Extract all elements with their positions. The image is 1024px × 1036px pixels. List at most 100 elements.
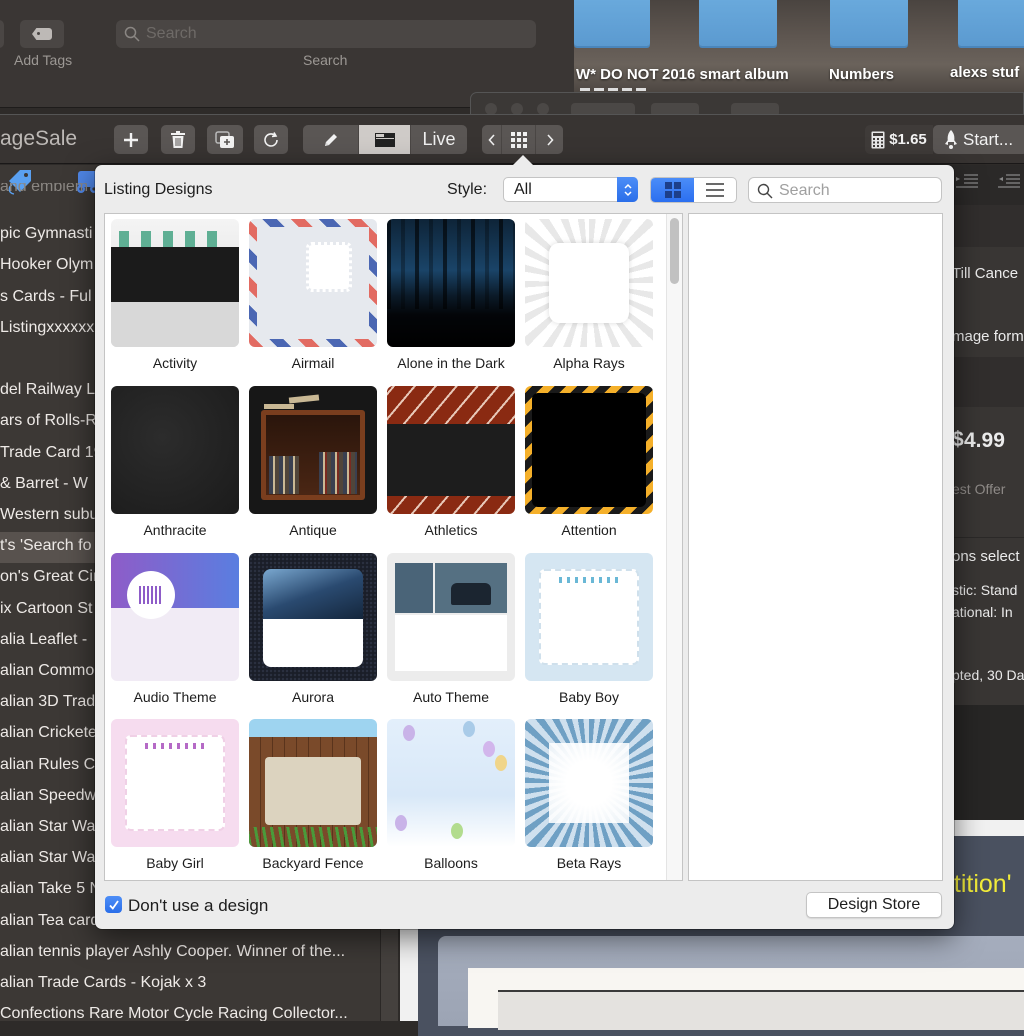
indent-icon[interactable] (956, 174, 978, 188)
refresh-button[interactable] (254, 125, 288, 154)
start-button[interactable]: Start... (933, 125, 1024, 154)
style-select[interactable]: All (503, 177, 638, 202)
listing-cost-button[interactable]: $1.65 (865, 125, 933, 154)
design-tile[interactable]: Antique (248, 381, 378, 545)
design-tile[interactable]: Attention (524, 381, 654, 545)
album-label[interactable]: alexs stuf (950, 64, 1019, 81)
design-tile[interactable]: Activity (110, 214, 240, 378)
album-thumbnail[interactable] (574, 0, 650, 46)
finder-search-label: Search (303, 52, 348, 68)
design-thumbnail[interactable] (249, 719, 377, 847)
dont-use-design-label[interactable]: Don't use a design (128, 896, 268, 916)
refresh-icon (264, 131, 278, 147)
gallery-scrollbar[interactable] (666, 214, 682, 880)
design-name: Audio Theme (133, 689, 217, 705)
design-thumbnail[interactable] (387, 386, 515, 514)
album-label[interactable]: 2016 smart album (662, 66, 789, 83)
design-name: Baby Boy (559, 689, 619, 705)
design-tile[interactable]: Audio Theme (110, 548, 240, 712)
design-thumbnail[interactable] (387, 219, 515, 347)
design-navigator (482, 125, 563, 154)
design-tile[interactable]: Baby Girl (110, 714, 240, 878)
layout-mode-button[interactable] (359, 125, 411, 154)
design-name: Athletics (424, 522, 478, 538)
design-thumbnail[interactable] (249, 386, 377, 514)
design-tile[interactable]: Anthracite (110, 381, 240, 545)
design-thumbnail[interactable] (249, 553, 377, 681)
pencil-icon (324, 133, 337, 146)
design-thumbnail[interactable] (525, 219, 653, 347)
add-tags-button[interactable] (20, 20, 64, 48)
listing-row[interactable]: alian Trade Cards - Kojak x 3 (0, 969, 397, 1000)
photos-albums-strip: W* DO NOT 2016 smart album Numbers alexs… (574, 0, 1024, 92)
best-offer-label: est Offer (952, 481, 1006, 497)
list-view-button[interactable] (694, 178, 736, 202)
listing-designs-popover: Listing Designs Style: All Search Activi… (95, 155, 954, 929)
design-tile[interactable]: Beta Rays (524, 714, 654, 878)
design-tile[interactable]: Alone in the Dark (386, 214, 516, 378)
chevron-right-icon (546, 133, 554, 146)
previous-design-button[interactable] (482, 125, 502, 154)
design-tile[interactable]: Auto Theme (386, 548, 516, 712)
design-picker-button[interactable] (502, 125, 536, 154)
design-tile[interactable]: Athletics (386, 381, 516, 545)
design-thumbnail[interactable] (249, 219, 377, 347)
design-thumbnail[interactable] (525, 719, 653, 847)
start-label: Start... (963, 129, 1014, 149)
design-thumbnail[interactable] (111, 219, 239, 347)
design-search-input[interactable]: Search (748, 177, 942, 203)
design-name: Activity (152, 355, 198, 371)
finder-prev-button[interactable] (0, 20, 4, 48)
design-name: Backyard Fence (262, 855, 364, 871)
design-tile[interactable]: Baby Boy (524, 548, 654, 712)
finder-search-placeholder: Search (146, 25, 197, 42)
album-label[interactable]: Numbers (829, 66, 894, 83)
design-tile[interactable]: Airmail (248, 214, 378, 378)
edit-mode-button[interactable] (303, 125, 359, 154)
design-tile[interactable]: Backyard Fence (248, 714, 378, 878)
finder-search-input[interactable]: Search (116, 20, 536, 48)
delete-button[interactable] (161, 125, 195, 154)
design-thumbnail[interactable] (111, 719, 239, 847)
designs-gallery: Activity Airmail Alone in the Dark Alpha Ra… (104, 213, 683, 881)
album-label[interactable]: W* DO NOT (576, 66, 659, 83)
listing-row[interactable]: Confections Rare Motor Cycle Racing Coll… (0, 1000, 397, 1021)
next-design-button[interactable] (536, 125, 563, 154)
design-tile[interactable]: Aurora (248, 548, 378, 712)
app-title: ageSale (0, 127, 78, 150)
dont-use-design-checkbox[interactable] (105, 896, 122, 913)
album-thumbnail[interactable] (830, 0, 908, 46)
album-thumbnail[interactable] (958, 0, 1024, 46)
returns-value: pted, 30 Da (952, 667, 1024, 683)
trash-icon (171, 130, 185, 148)
design-thumbnail[interactable] (525, 553, 653, 681)
design-thumbnail[interactable] (111, 553, 239, 681)
grid-view-button[interactable] (651, 178, 694, 202)
background-window (470, 92, 1024, 117)
design-store-button[interactable]: Design Store (806, 892, 942, 918)
album-thumbnail[interactable] (699, 0, 777, 46)
add-listing-button[interactable] (114, 125, 148, 154)
listing-row[interactable]: alian tennis player Ashly Cooper. Winner… (0, 938, 397, 969)
style-select-value: All (514, 181, 532, 198)
outdent-icon[interactable] (998, 174, 1020, 188)
popover-title: Listing Designs (104, 181, 213, 198)
design-thumbnail[interactable] (387, 719, 515, 847)
design-thumbnail[interactable] (387, 553, 515, 681)
design-name: Beta Rays (556, 855, 622, 871)
design-search-placeholder: Search (779, 182, 830, 199)
duplicate-button[interactable] (207, 125, 243, 154)
live-mode-button[interactable]: Live (411, 125, 467, 154)
layout-icon (374, 132, 395, 147)
design-tile[interactable]: Alpha Rays (524, 214, 654, 378)
design-name: Balloons (424, 855, 478, 871)
design-thumbnail[interactable] (111, 386, 239, 514)
grid-view-icon (664, 182, 681, 198)
search-icon (124, 26, 140, 42)
select-stepper-icon (617, 177, 638, 202)
gallery-scroll-thumb[interactable] (670, 218, 679, 284)
design-name: Antique (289, 522, 337, 538)
design-tile[interactable]: Balloons (386, 714, 516, 878)
design-thumbnail[interactable] (525, 386, 653, 514)
international-shipping-value: ational: In (952, 604, 1013, 620)
